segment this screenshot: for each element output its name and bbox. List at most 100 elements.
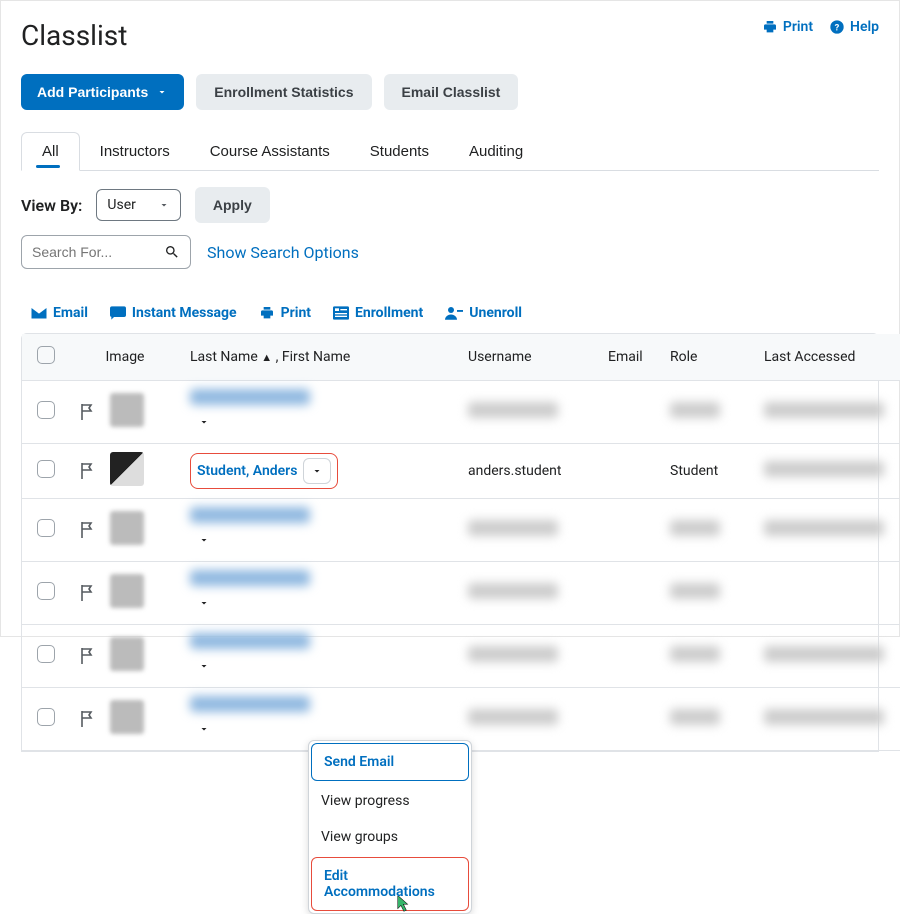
user-name-link[interactable] [190,700,310,716]
print-icon [762,19,778,35]
row-menu-toggle[interactable] [190,653,218,679]
dd-edit-accommodations[interactable]: Edit Accommodations [311,857,469,911]
viewby-value: User [107,197,135,213]
tab-all[interactable]: All [21,132,80,171]
role-cell [670,646,720,662]
chevron-down-icon [156,86,168,98]
row-menu-toggle[interactable] [190,716,218,742]
email-action[interactable]: Email [31,305,88,321]
avatar [110,700,144,734]
user-name-link[interactable] [190,637,310,653]
row-checkbox[interactable] [37,708,55,726]
role-cell [670,709,720,725]
user-name-link[interactable] [190,574,310,590]
user-name-link[interactable] [190,511,310,527]
table-row [22,562,900,625]
unenroll-action[interactable]: Unenroll [445,305,522,321]
row-checkbox[interactable] [37,519,55,537]
row-checkbox[interactable] [37,460,55,478]
row-checkbox[interactable] [37,582,55,600]
help-icon: ? [829,19,845,35]
username-cell [468,646,558,662]
chevron-down-icon [158,199,170,211]
role-cell: Student [660,444,754,499]
tab-auditing[interactable]: Auditing [449,132,543,170]
enrollment-stats-button[interactable]: Enrollment Statistics [196,74,371,110]
context-menu: Send Email View progress View groups Edi… [308,740,472,914]
flag-icon[interactable] [80,404,90,420]
row-menu-toggle[interactable] [303,458,331,484]
email-cell [598,499,660,562]
last-accessed-cell [764,461,884,477]
tab-students[interactable]: Students [350,132,449,170]
tab-course-assistants[interactable]: Course Assistants [190,132,350,170]
search-box [21,235,191,269]
avatar [110,452,144,486]
table-row [22,625,900,688]
row-menu-toggle[interactable] [190,590,218,616]
add-participants-label: Add Participants [37,84,148,100]
print-link[interactable]: Print [762,19,813,35]
im-action-label: Instant Message [132,305,237,321]
th-username[interactable]: Username [458,334,598,381]
help-label: Help [850,19,879,35]
table-row [22,499,900,562]
viewby-select[interactable]: User [96,189,180,221]
th-name[interactable]: Last Name ▲ , First Name [180,334,458,381]
last-accessed-cell [764,709,884,725]
enrollment-action[interactable]: Enrollment [333,305,423,321]
apply-button[interactable]: Apply [195,187,270,223]
email-icon [31,307,47,319]
username-cell [468,402,558,418]
search-input[interactable] [32,244,142,260]
flag-icon[interactable] [80,711,90,727]
print-icon [259,305,275,321]
avatar [110,574,144,608]
page-title: Classlist [21,19,127,52]
flag-icon[interactable] [80,648,90,664]
tab-instructors[interactable]: Instructors [80,132,190,170]
role-cell [670,520,720,536]
flag-icon[interactable] [80,463,90,479]
dd-send-email[interactable]: Send Email [311,743,469,781]
username-cell [468,583,558,599]
last-accessed-cell [764,646,884,662]
viewby-label: View By: [21,196,82,215]
email-classlist-button[interactable]: Email Classlist [384,74,519,110]
flag-icon[interactable] [80,585,90,601]
row-checkbox[interactable] [37,645,55,663]
help-link[interactable]: ? Help [829,19,879,35]
user-name-link[interactable]: Student, Anders [197,463,297,479]
avatar [110,511,144,545]
th-role[interactable]: Role [660,334,754,381]
search-icon[interactable] [164,244,180,260]
unenroll-action-label: Unenroll [469,305,522,321]
th-last-accessed[interactable]: Last Accessed [754,334,900,381]
im-action[interactable]: Instant Message [110,305,237,321]
username-cell: anders.student [458,444,598,499]
list-icon [333,306,349,320]
username-cell [468,520,558,536]
print-action[interactable]: Print [259,305,311,321]
role-cell [670,583,720,599]
user-remove-icon [445,306,463,320]
row-checkbox[interactable] [37,401,55,419]
classlist-table: Image Last Name ▲ , First Name Username … [21,333,879,752]
avatar [110,637,144,671]
avatar [110,393,144,427]
tab-bar: All Instructors Course Assistants Studen… [21,132,879,171]
chat-icon [110,306,126,320]
th-email[interactable]: Email [598,334,660,381]
flag-icon[interactable] [80,522,90,538]
email-cell [598,625,660,688]
table-row: Student, Anders anders.student Student [22,444,900,499]
row-menu-toggle[interactable] [190,409,218,435]
dd-view-groups[interactable]: View groups [309,819,471,855]
show-search-options-link[interactable]: Show Search Options [207,243,359,262]
row-menu-toggle[interactable] [190,527,218,553]
add-participants-button[interactable]: Add Participants [21,74,184,110]
select-all-checkbox[interactable] [37,346,55,364]
dd-view-progress[interactable]: View progress [309,783,471,819]
user-name-link[interactable] [190,393,310,409]
th-image: Image [70,334,180,381]
